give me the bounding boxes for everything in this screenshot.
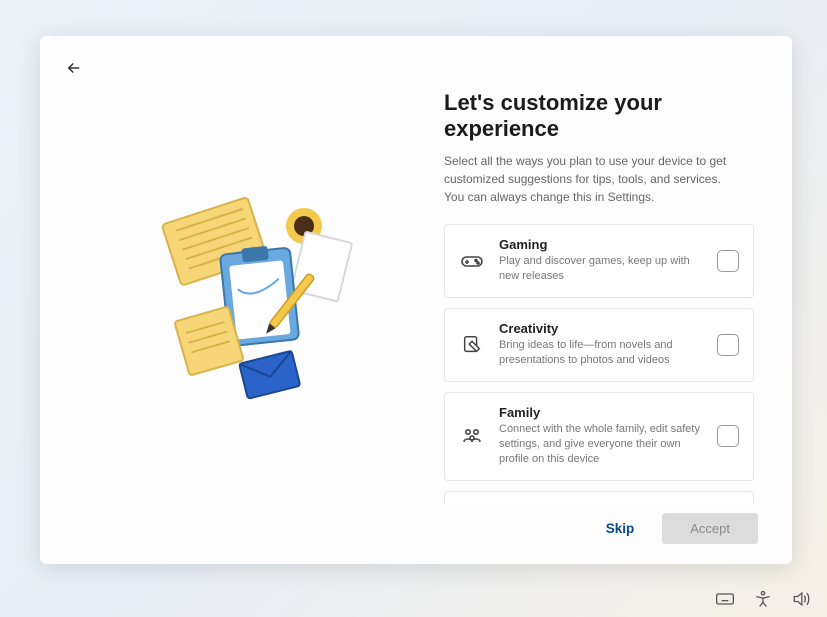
option-title: Gaming xyxy=(499,237,703,252)
skip-button[interactable]: Skip xyxy=(596,513,645,544)
option-checkbox[interactable] xyxy=(717,250,739,272)
accept-button[interactable]: Accept xyxy=(662,513,758,544)
system-tray xyxy=(715,589,811,609)
option-family[interactable]: Family Connect with the whole family, ed… xyxy=(444,392,754,481)
usage-options-list[interactable]: Gaming Play and discover games, keep up … xyxy=(444,224,758,504)
option-checkbox[interactable] xyxy=(717,334,739,356)
keyboard-icon[interactable] xyxy=(715,589,735,609)
footer-actions: Skip Accept xyxy=(444,499,758,544)
back-button[interactable] xyxy=(60,54,88,82)
illustration-image xyxy=(139,191,379,411)
accessibility-icon[interactable] xyxy=(753,589,773,609)
option-creativity[interactable]: Creativity Bring ideas to life—from nove… xyxy=(444,308,754,382)
option-gaming[interactable]: Gaming Play and discover games, keep up … xyxy=(444,224,754,298)
option-desc: Connect with the whole family, edit safe… xyxy=(499,422,703,468)
option-desc: Play and discover games, keep up with ne… xyxy=(499,254,703,285)
illustration-panel xyxy=(74,58,444,544)
page-title: Let's customize your experience xyxy=(444,90,758,142)
option-title: Creativity xyxy=(499,321,703,336)
gaming-icon xyxy=(459,248,485,274)
option-desc: Bring ideas to life—from novels and pres… xyxy=(499,338,703,369)
page-subtitle: Select all the ways you plan to use your… xyxy=(444,152,744,206)
option-schoolwork[interactable]: Schoolwork Take notes, write essays, and… xyxy=(444,491,754,504)
option-title: Family xyxy=(499,405,703,420)
volume-icon[interactable] xyxy=(791,589,811,609)
option-checkbox[interactable] xyxy=(717,425,739,447)
creativity-icon xyxy=(459,332,485,358)
oobe-window: Let's customize your experience Select a… xyxy=(40,36,792,564)
family-icon xyxy=(459,423,485,449)
